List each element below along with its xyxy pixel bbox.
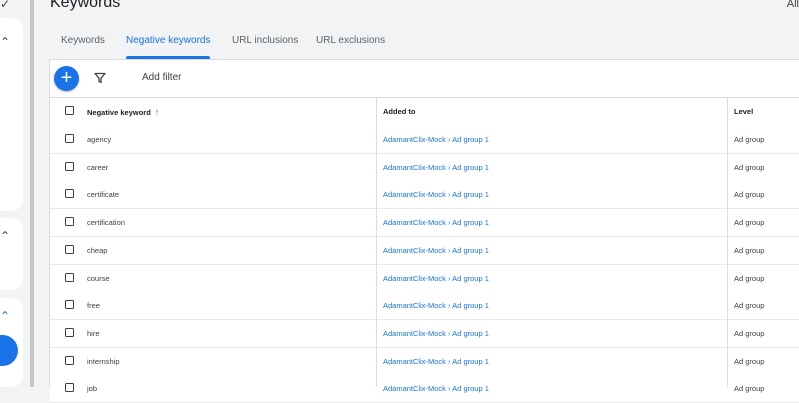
column-header-level[interactable]: Level — [734, 98, 753, 126]
column-header-added-to[interactable]: Added to — [383, 98, 416, 126]
table-row[interactable]: internship AdamantClix-Mock › Ad group 1 A… — [50, 347, 799, 376]
table-row[interactable]: job AdamantClix-Mock › Ad group 1 Ad group — [50, 375, 799, 403]
keyword-cell: certificate — [87, 190, 120, 200]
add-button[interactable]: + — [54, 66, 79, 91]
table-row[interactable]: free AdamantClix-Mock › Ad group 1 Ad grou… — [50, 292, 799, 321]
all-link[interactable]: All — [787, 0, 799, 10]
filter-icon[interactable] — [94, 72, 106, 84]
add-filter-button[interactable]: Add filter — [142, 72, 181, 83]
tab-keywords[interactable]: Keywords — [61, 25, 105, 57]
added-to-link[interactable]: AdamantClix-Mock › Ad group 1 — [383, 181, 489, 208]
added-to-link[interactable]: AdamantClix-Mock › Ad group 1 — [383, 320, 489, 347]
level-cell: Ad group — [734, 384, 765, 394]
level-cell: Ad group — [734, 273, 765, 283]
added-to-link[interactable]: AdamantClix-Mock › Ad group 1 — [383, 348, 489, 375]
table-row[interactable]: hire AdamantClix-Mock › Ad group 1 Ad grou… — [50, 319, 799, 348]
table-row[interactable]: cheap AdamantClix-Mock › Ad group 1 Ad gro… — [50, 236, 799, 265]
tab-url-inclusions[interactable]: URL inclusions — [232, 25, 298, 57]
nav-card-1: ⌃ — [0, 18, 23, 211]
keyword-cell: internship — [87, 356, 120, 366]
main-content: Keywords All Keywords Negative keywords … — [34, 0, 799, 403]
row-checkbox[interactable] — [65, 327, 74, 337]
table-panel: + Add filter Negative keyword ↑ Added to … — [49, 59, 799, 403]
keyword-cell: certification — [87, 218, 125, 228]
row-checkbox[interactable] — [65, 383, 74, 393]
keyword-cell: agency — [87, 135, 112, 144]
level-cell: Ad group — [734, 328, 765, 338]
added-to-link[interactable]: AdamantClix-Mock › Ad group 1 — [383, 237, 489, 264]
table-row[interactable]: course AdamantClix-Mock › Ad group 1 Ad gr… — [50, 264, 799, 293]
chevron-up-icon[interactable]: ⌃ — [0, 36, 10, 48]
row-checkbox[interactable] — [65, 300, 74, 310]
added-to-link[interactable]: AdamantClix-Mock › Ad group 1 — [383, 375, 489, 402]
tab-bar: Keywords Negative keywords URL inclusion… — [49, 25, 799, 59]
column-divider — [376, 97, 377, 387]
level-cell: Ad group — [734, 190, 765, 200]
tab-url-exclusions[interactable]: URL exclusions — [316, 25, 385, 57]
added-to-link[interactable]: AdamantClix-Mock › Ad group 1 — [383, 209, 489, 236]
row-checkbox[interactable] — [65, 217, 74, 227]
added-to-link[interactable]: AdamantClix-Mock › Ad group 1 — [383, 126, 489, 153]
tab-negative-keywords[interactable]: Negative keywords — [126, 25, 211, 59]
keyword-cell: free — [87, 301, 100, 311]
column-header-keyword[interactable]: Negative keyword ↑ — [87, 98, 159, 126]
added-to-link[interactable]: AdamantClix-Mock › Ad group 1 — [383, 292, 489, 319]
chevron-up-icon[interactable]: ⌃ — [0, 310, 10, 322]
table-row[interactable]: certificate AdamantClix-Mock › Ad group 1… — [50, 181, 799, 210]
level-cell: Ad group — [734, 301, 765, 311]
keyword-cell: career — [87, 162, 109, 172]
row-checkbox[interactable] — [65, 272, 74, 282]
chevron-up-icon[interactable]: ⌃ — [0, 230, 10, 242]
table-row[interactable]: certification AdamantClix-Mock › Ad group… — [50, 209, 799, 238]
column-divider — [727, 97, 728, 387]
level-cell: Ad group — [734, 218, 765, 228]
added-to-link[interactable]: AdamantClix-Mock › Ad group 1 — [383, 265, 489, 292]
keyword-cell: course — [87, 273, 110, 283]
level-cell: Ad group — [734, 162, 765, 172]
row-checkbox[interactable] — [65, 189, 74, 199]
sort-ascending-icon[interactable]: ↑ — [155, 98, 160, 126]
table-row[interactable]: agency AdamantClix-Mock › Ad group 1 Ad gr… — [50, 126, 799, 154]
row-checkbox[interactable] — [65, 161, 74, 171]
page-title: Keywords — [50, 0, 121, 11]
level-cell: Ad group — [734, 245, 765, 255]
keyword-cell: job — [87, 384, 98, 394]
select-all-checkbox[interactable] — [65, 106, 74, 115]
table-header: Negative keyword ↑ Added to Level — [50, 97, 799, 127]
chevron-down-icon[interactable]: ✓ — [0, 0, 10, 10]
column-header-keyword-label: Negative keyword — [87, 108, 151, 117]
keyword-cell: hire — [87, 328, 100, 338]
table-row[interactable]: career AdamantClix-Mock › Ad group 1 Ad gr… — [50, 153, 799, 182]
added-to-link[interactable]: AdamantClix-Mock › Ad group 1 — [383, 154, 489, 181]
nav-card-2: ⌃ — [0, 218, 23, 290]
left-nav: ✓ ⌃ ⌃ ⌃ — [0, 0, 30, 387]
level-cell: Ad group — [734, 135, 765, 144]
keyword-cell: cheap — [87, 245, 108, 255]
row-checkbox[interactable] — [65, 355, 74, 365]
table-toolbar: + Add filter — [50, 60, 799, 97]
level-cell: Ad group — [734, 356, 765, 366]
row-checkbox[interactable] — [65, 244, 74, 254]
row-checkbox[interactable] — [65, 134, 74, 143]
